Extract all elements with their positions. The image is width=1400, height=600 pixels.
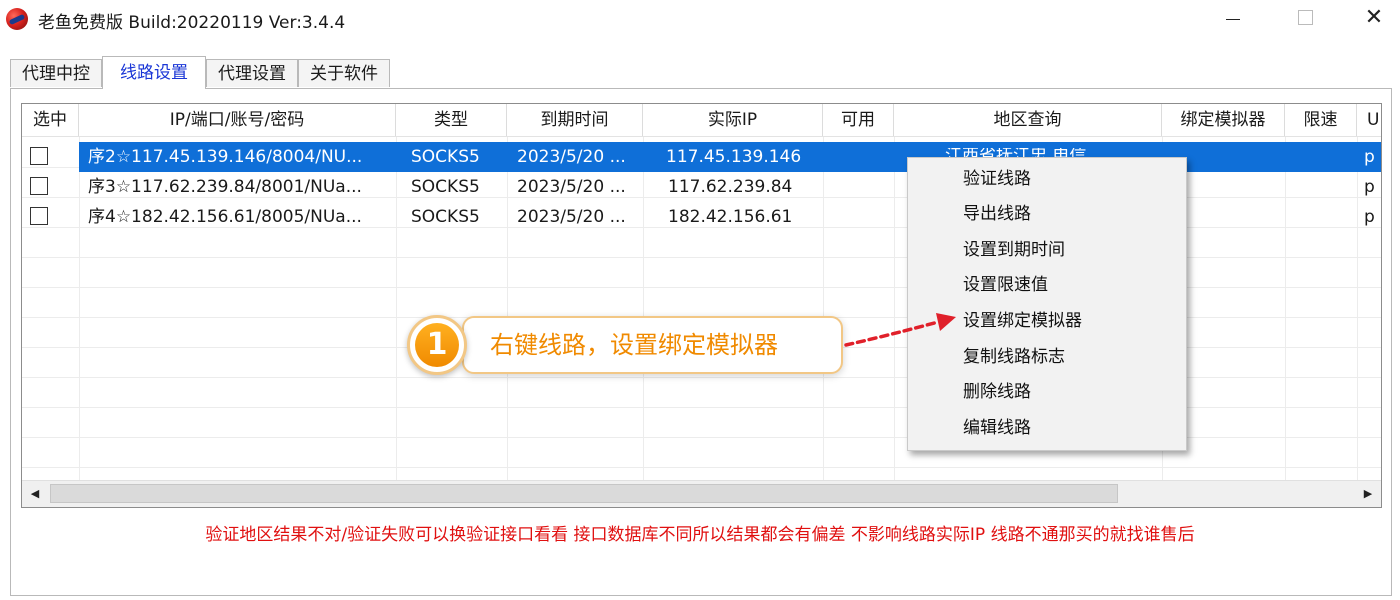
- menu-item-verify-line[interactable]: 验证线路: [963, 164, 1031, 194]
- cell-ip: 序2☆117.45.139.146/8004/NU...: [88, 147, 363, 167]
- cell-type: SOCKS5: [411, 147, 480, 167]
- column-header-ip[interactable]: IP/端口/账号/密码: [79, 104, 396, 137]
- cell-real-ip: 117.62.239.84: [668, 177, 793, 197]
- cell-expire: 2023/5/20 ...: [517, 147, 626, 167]
- row-checkbox[interactable]: [30, 177, 48, 195]
- close-button[interactable]: ✕: [1346, 0, 1400, 36]
- callout-box: 右键线路，设置绑定模拟器: [462, 316, 843, 374]
- step-number: 1: [415, 323, 459, 367]
- scroll-right-icon[interactable]: ▶: [1355, 481, 1381, 507]
- cell-real-ip: 182.42.156.61: [668, 207, 793, 227]
- cell-u: p: [1364, 207, 1375, 227]
- cell-type: SOCKS5: [411, 207, 480, 227]
- scroll-left-icon[interactable]: ◀: [22, 481, 48, 507]
- cell-expire: 2023/5/20 ...: [517, 207, 626, 227]
- context-menu: 验证线路 导出线路 设置到期时间 设置限速值 设置绑定模拟器 复制线路标志 删除…: [907, 157, 1187, 451]
- column-header-speed-limit[interactable]: 限速: [1285, 104, 1357, 137]
- cell-real-ip: 117.45.139.146: [666, 147, 802, 167]
- cell-expire: 2023/5/20 ...: [517, 177, 626, 197]
- menu-item-export-line[interactable]: 导出线路: [963, 199, 1031, 229]
- cell-u: p: [1364, 177, 1375, 197]
- callout-text: 右键线路，设置绑定模拟器: [490, 331, 778, 359]
- column-header-expire[interactable]: 到期时间: [507, 104, 643, 137]
- column-header-type[interactable]: 类型: [396, 104, 507, 137]
- list-header: 选中 IP/端口/账号/密码 类型 到期时间 实际IP 可用 地区查询 绑定模拟…: [22, 104, 1381, 137]
- tab-proxy-control[interactable]: 代理中控: [10, 59, 102, 87]
- cell-ip: 序4☆182.42.156.61/8005/NUa...: [88, 207, 362, 227]
- column-header-u[interactable]: U: [1357, 104, 1381, 137]
- menu-item-bind-emulator[interactable]: 设置绑定模拟器: [963, 306, 1082, 336]
- app-logo-icon: [6, 8, 28, 30]
- tab-about[interactable]: 关于软件: [298, 59, 390, 87]
- row-checkbox[interactable]: [30, 147, 48, 165]
- row-checkbox[interactable]: [30, 207, 48, 225]
- column-header-available[interactable]: 可用: [823, 104, 894, 137]
- footer-note: 验证地区结果不对/验证失败可以换验证接口看看 接口数据库不同所以结果都会有偏差 …: [205, 525, 1195, 545]
- menu-item-edit-line[interactable]: 编辑线路: [963, 413, 1031, 443]
- menu-item-set-expire[interactable]: 设置到期时间: [963, 235, 1065, 265]
- grid-line: [22, 467, 1381, 468]
- tab-proxy-settings[interactable]: 代理设置: [206, 59, 298, 87]
- step-badge: 1: [407, 315, 467, 375]
- column-header-bind-emulator[interactable]: 绑定模拟器: [1162, 104, 1285, 137]
- scrollbar-thumb[interactable]: [50, 484, 1118, 503]
- minimize-button[interactable]: [1204, 0, 1260, 36]
- menu-item-delete-line[interactable]: 删除线路: [963, 377, 1031, 407]
- cell-ip: 序3☆117.62.239.84/8001/NUa...: [88, 177, 362, 197]
- column-header-region[interactable]: 地区查询: [894, 104, 1162, 137]
- column-header-select[interactable]: 选中: [22, 104, 79, 137]
- column-header-real-ip[interactable]: 实际IP: [643, 104, 823, 137]
- dashed-arrow-icon: [844, 313, 956, 347]
- cell-u: p: [1364, 147, 1375, 167]
- menu-item-copy-line-tag[interactable]: 复制线路标志: [963, 342, 1065, 372]
- menu-item-set-speed-limit[interactable]: 设置限速值: [963, 270, 1048, 300]
- tab-line-settings[interactable]: 线路设置: [102, 56, 206, 89]
- maximize-button[interactable]: [1276, 0, 1332, 36]
- cell-type: SOCKS5: [411, 177, 480, 197]
- title-bar: 老鱼免费版 Build:20220119 Ver:3.4.4 ✕: [0, 0, 1400, 36]
- window-title: 老鱼免费版 Build:20220119 Ver:3.4.4: [38, 13, 346, 33]
- horizontal-scrollbar[interactable]: ◀ ▶: [22, 480, 1381, 507]
